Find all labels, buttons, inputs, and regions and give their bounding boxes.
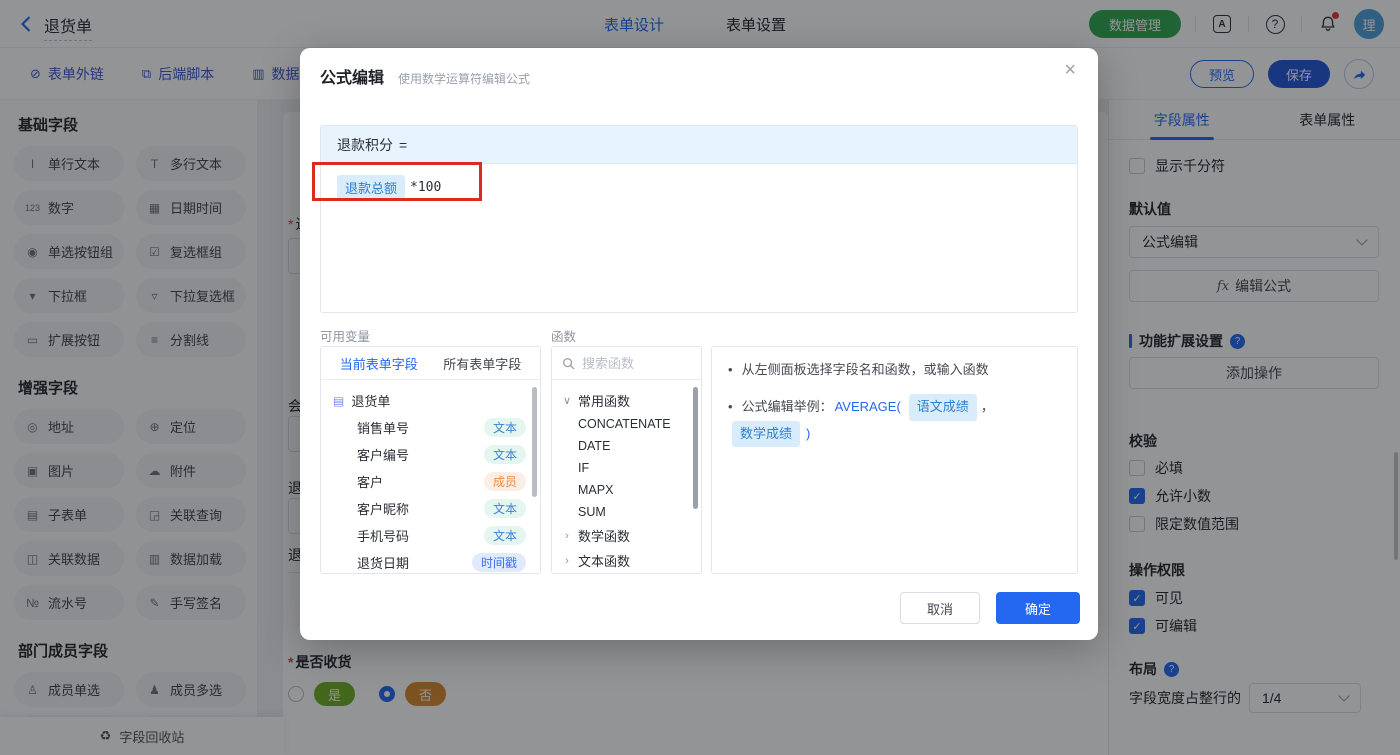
close-icon[interactable]: × [1064,60,1076,80]
tab-current-form-fields[interactable]: 当前表单字段 [340,354,418,373]
caret-right-icon: › [565,554,569,567]
variable-row[interactable]: 退货日期 时间戳 [321,549,540,573]
type-badge: 文本 [483,499,526,518]
variable-row[interactable]: 手机号码 文本 [321,522,540,549]
example-chip: 语文成绩 [908,393,977,421]
variables-tree: ▤ 退货单 销售单号 文本 客户编号 文本 客户 成员 客户昵称 文本 手机号码… [321,380,540,573]
formula-expression[interactable]: 退款总额 *100 [321,164,1077,211]
type-badge: 时间戳 [471,553,526,572]
field-chip[interactable]: 退款总额 [337,175,406,200]
function-search-input[interactable] [582,355,682,371]
function-item[interactable]: IF [552,457,701,479]
variables-tabs: 当前表单字段 所有表单字段 [321,347,540,380]
formula-target: 退款积分 [337,136,393,153]
formula-target-bar: 退款积分 = [321,126,1077,164]
function-search [552,347,701,380]
function-group-common[interactable]: ∨ 常用函数 [552,388,701,413]
example-chip: 数学成绩 [732,420,801,448]
variables-panel: 当前表单字段 所有表单字段 ▤ 退货单 销售单号 文本 客户编号 文本 客户 成… [320,346,541,574]
function-item[interactable]: CONCATENATE [552,413,701,435]
variable-row[interactable]: 客户昵称 文本 [321,495,540,522]
help-tip: 从左侧面板选择字段名和函数，或输入函数 [728,360,1061,381]
help-panel: 从左侧面板选择字段名和函数，或输入函数 公式编辑举例：AVERAGE(语文成绩，… [711,346,1078,574]
function-group-math[interactable]: › 数学函数 [552,523,701,548]
type-badge: 成员 [483,472,526,491]
function-tree: ∨ 常用函数 CONCATENATE DATE IF MAPX SUM › 数学… [552,380,701,573]
function-group-text[interactable]: › 文本函数 [552,548,701,573]
caret-right-icon: › [565,529,569,542]
cancel-button[interactable]: 取消 [900,592,980,624]
caret-down-icon: ∨ [562,395,572,407]
app-root: 退货单 表单设计 表单设置 数据管理 A ? 理 ⊘ 表单外链 ⧉ 后端脚本 ▥… [0,0,1400,755]
form-doc-icon: ▤ [333,393,345,408]
functions-panel: ∨ 常用函数 CONCATENATE DATE IF MAPX SUM › 数学… [551,346,702,574]
variables-scrollbar[interactable] [532,387,537,497]
functions-scrollbar[interactable] [693,387,698,509]
variables-label: 可用变量 [320,330,371,344]
type-badge: 文本 [483,445,526,464]
type-badge: 文本 [483,526,526,545]
function-item[interactable]: SUM [552,501,701,523]
equals-sign: = [399,136,408,153]
variable-row[interactable]: 客户 成员 [321,468,540,495]
modal-subtitle: 使用数学运算符编辑公式 [398,72,531,86]
search-icon [563,357,575,369]
variable-row[interactable]: 销售单号 文本 [321,414,540,441]
tab-all-form-fields[interactable]: 所有表单字段 [443,354,521,373]
variable-row[interactable]: 客户编号 文本 [321,441,540,468]
type-badge: 文本 [483,418,526,437]
confirm-button[interactable]: 确定 [996,592,1080,624]
modal-header: 公式编辑 使用数学运算符编辑公式 [320,64,530,88]
help-tip-example: 公式编辑举例：AVERAGE(语文成绩，数学成绩) [728,393,1061,448]
formula-editor[interactable]: 退款积分 = 退款总额 *100 [320,125,1078,313]
modal-footer: 取消 确定 [900,592,1080,624]
functions-label: 函数 [551,330,577,344]
formula-edit-modal: 公式编辑 使用数学运算符编辑公式 × 退款积分 = 退款总额 *100 可用变量… [300,48,1098,640]
formula-operator-text: *100 [410,180,442,195]
function-item[interactable]: DATE [552,435,701,457]
tree-root-form[interactable]: ▤ 退货单 [321,387,540,414]
function-item[interactable]: MAPX [552,479,701,501]
modal-title: 公式编辑 [320,70,385,87]
